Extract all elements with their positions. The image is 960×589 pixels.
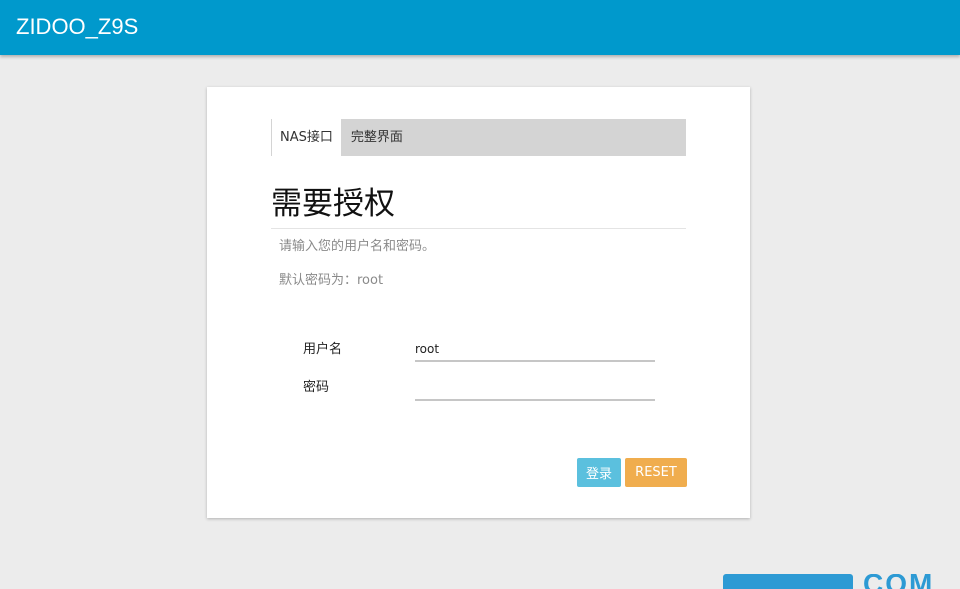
top-bar: ZIDOO_Z9S (0, 0, 960, 55)
password-label: 密码 (303, 380, 330, 395)
default-password-hint: 默认密码为：root (279, 273, 384, 288)
tab-full-interface[interactable]: 完整界面 (341, 119, 412, 156)
password-field[interactable] (415, 377, 655, 401)
watermark-logo: COM (723, 574, 960, 589)
username-field[interactable] (415, 338, 655, 362)
app-title: ZIDOO_Z9S (16, 14, 139, 39)
title-divider (271, 228, 686, 229)
username-label: 用户名 (303, 342, 343, 357)
reset-button[interactable]: RESET (625, 458, 687, 487)
login-button[interactable]: 登录 (577, 458, 621, 487)
tab-bar: NAS接口 完整界面 (271, 119, 686, 156)
tab-nas-interface[interactable]: NAS接口 (271, 119, 341, 156)
credentials-hint: 请输入您的用户名和密码。 (279, 239, 436, 254)
watermark-badge (723, 574, 853, 589)
login-card: NAS接口 完整界面 需要授权 请输入您的用户名和密码。 默认密码为：root … (207, 87, 750, 518)
watermark-text-fragment: COM (863, 574, 934, 589)
page-title: 需要授权 (271, 186, 395, 222)
